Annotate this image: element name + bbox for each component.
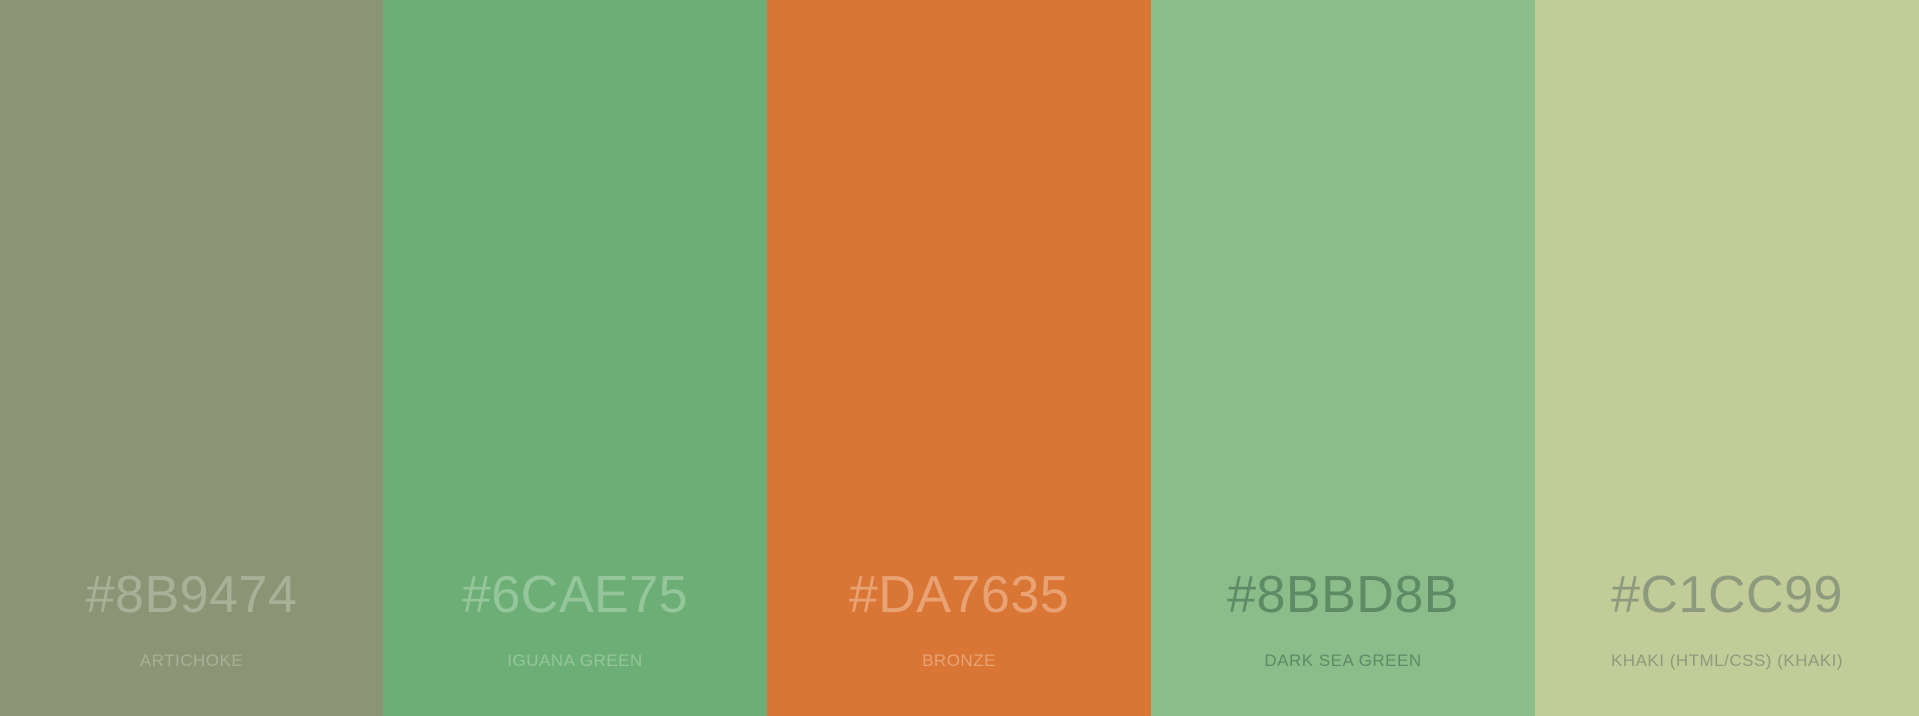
swatch-khaki[interactable]: #C1CC99 KHAKI (HTML/CSS) (KHAKI) [1535, 0, 1919, 716]
swatch-color-name: KHAKI (HTML/CSS) (KHAKI) [1610, 651, 1844, 670]
swatch-dark-sea-green[interactable]: #8BBD8B DARK SEA GREEN [1151, 0, 1535, 716]
swatch-bronze[interactable]: #DA7635 BRONZE [767, 0, 1151, 716]
swatch-hex-label: #DA7635 [848, 566, 1070, 624]
swatch-color-name: ARTICHOKE [139, 651, 244, 670]
swatch-color-name: IGUANA GREEN [507, 651, 643, 670]
swatch-color-name: BRONZE [922, 651, 996, 670]
swatch-hex-label: #C1CC99 [1611, 566, 1843, 624]
swatch-artichoke[interactable]: #8B9474 ARTICHOKE [0, 0, 383, 716]
color-palette: #8B9474 ARTICHOKE #6CAE75 IGUANA GREEN #… [0, 0, 1919, 716]
swatch-iguana-green[interactable]: #6CAE75 IGUANA GREEN [383, 0, 767, 716]
swatch-hex-label: #6CAE75 [461, 566, 689, 624]
swatch-color-name: DARK SEA GREEN [1264, 651, 1422, 670]
swatch-hex-label: #8B9474 [85, 566, 298, 624]
swatch-hex-label: #8BBD8B [1227, 566, 1459, 624]
